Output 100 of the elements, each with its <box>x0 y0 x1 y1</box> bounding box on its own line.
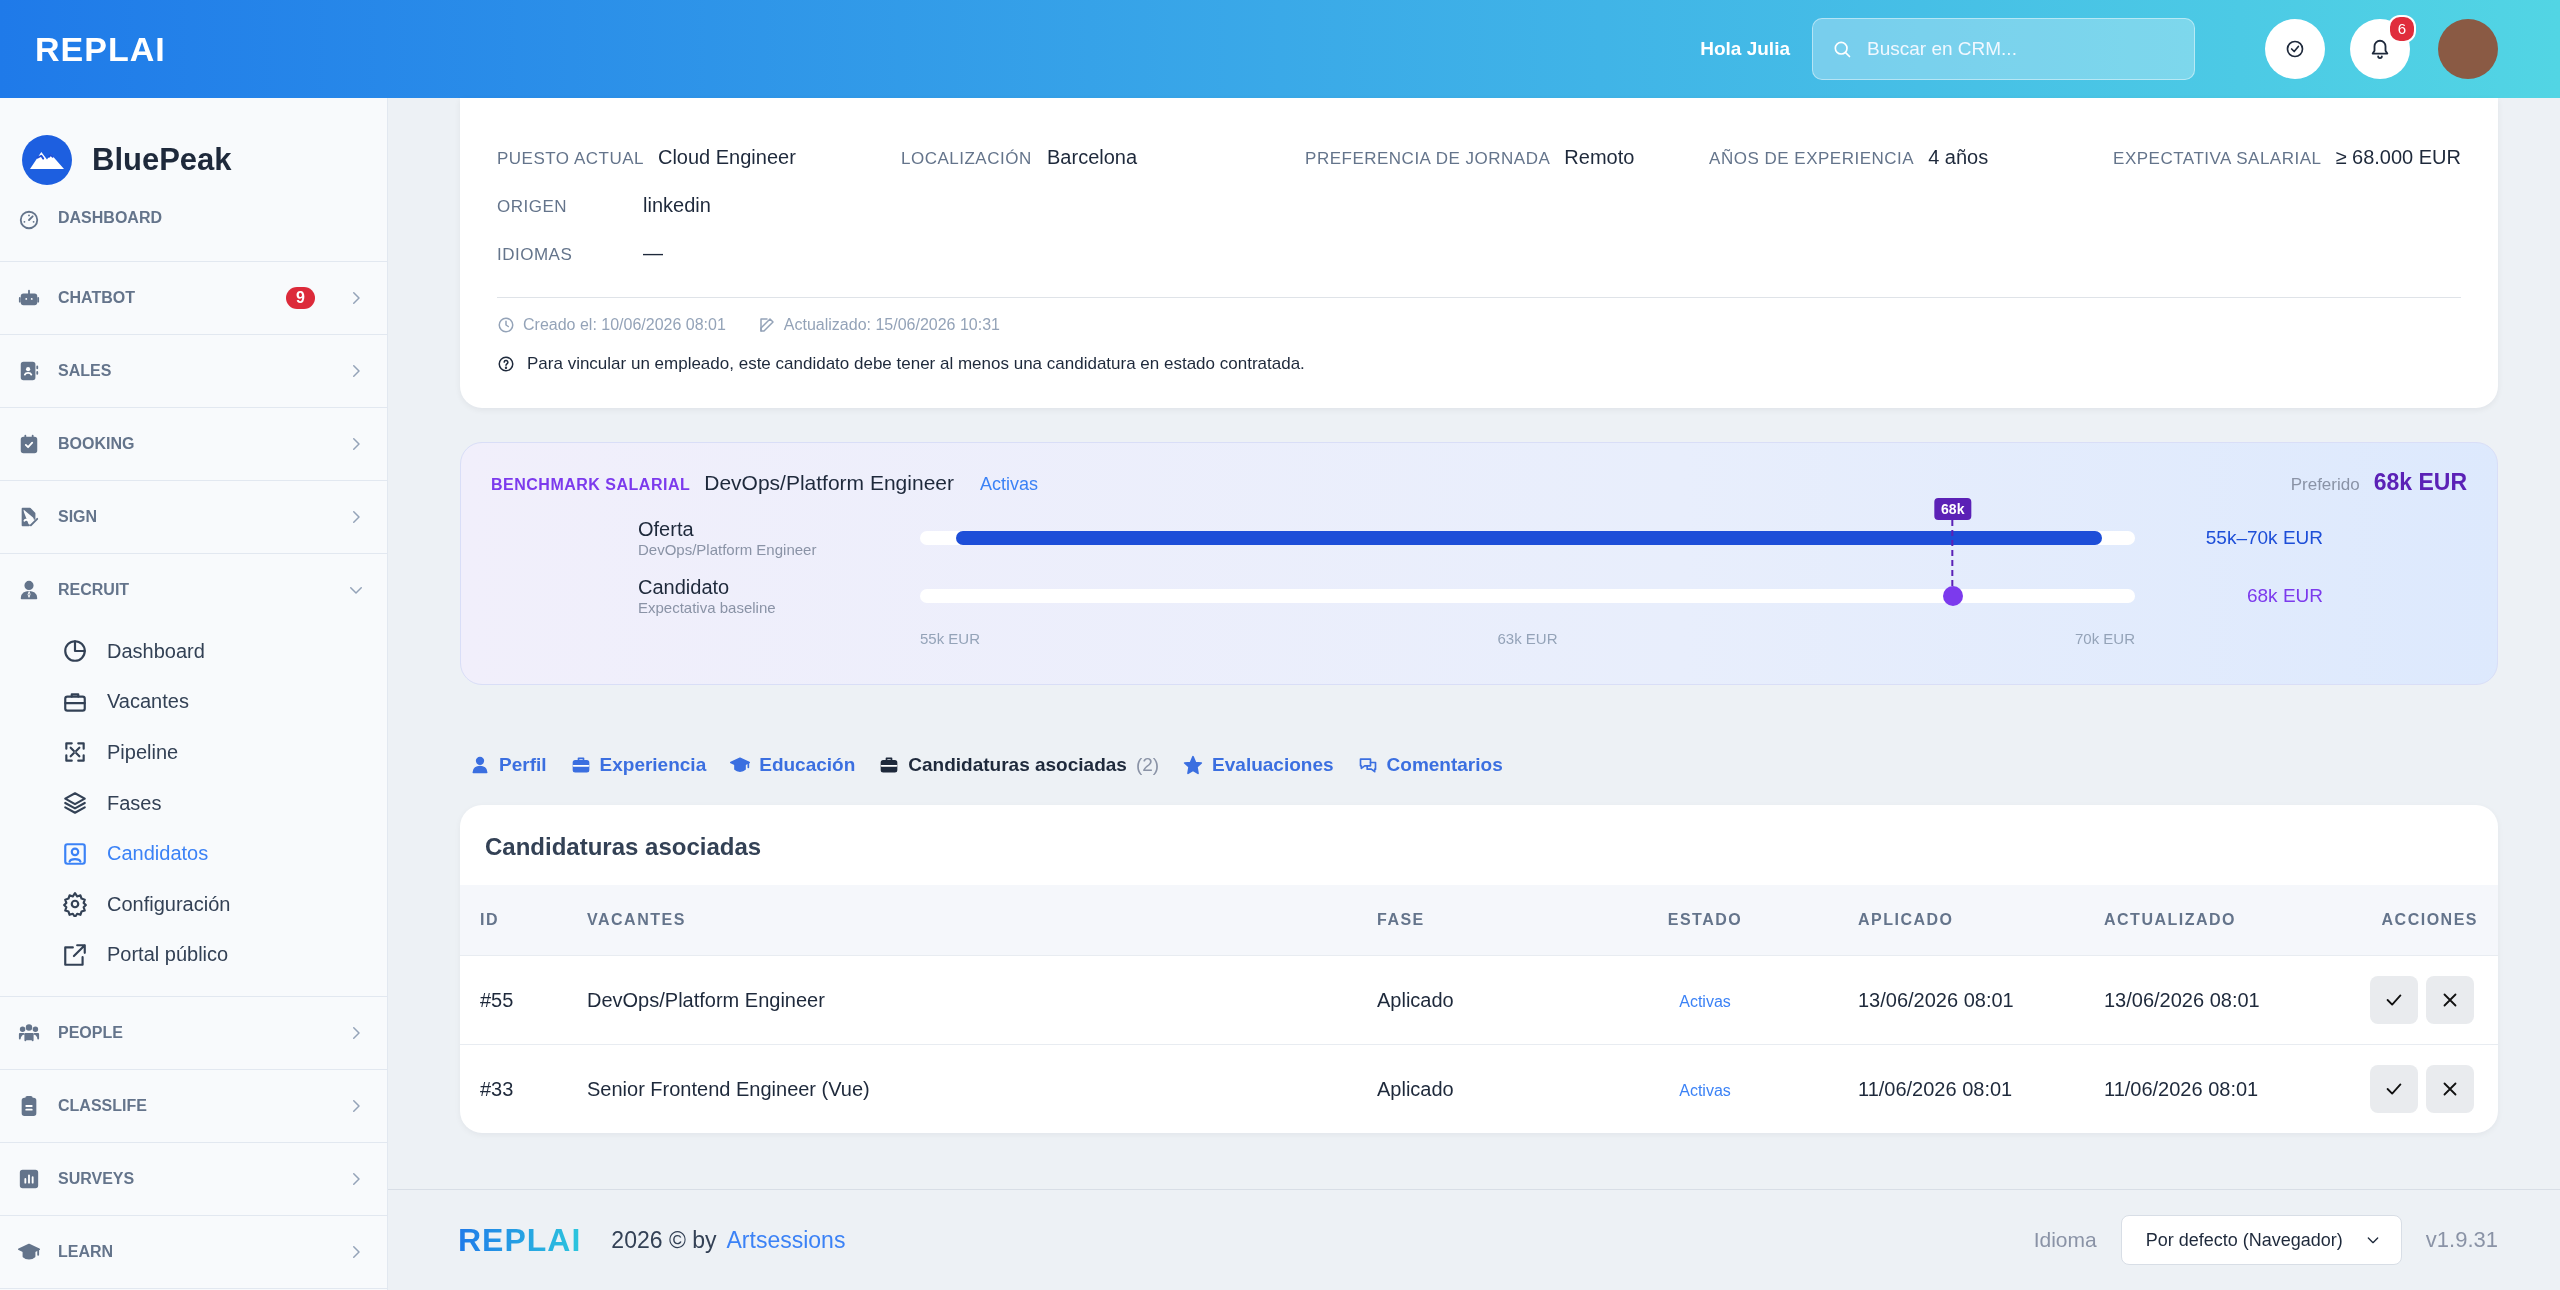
field-label: PREFERENCIA DE JORNADA <box>1305 148 1551 169</box>
field-value: Remoto <box>1564 145 1635 169</box>
version-text: v1.9.31 <box>2425 1227 2498 1253</box>
sidebar-subitem[interactable]: Dashboard <box>62 626 387 677</box>
table-cell-text: Senior Frontend Engineer (Vue) <box>587 1077 871 1101</box>
created-date: Creado el: 10/06/2026 08:01 <box>523 316 726 334</box>
status-text: Activas <box>980 474 1039 495</box>
column-header: ESTADO <box>1666 911 1744 929</box>
question-icon <box>497 355 515 373</box>
sidebar-subitem[interactable]: Portal público <box>62 929 387 981</box>
notification-badge: 6 <box>2388 15 2416 43</box>
search-field[interactable]: Buscar en CRM... <box>1812 18 2195 80</box>
avatar[interactable] <box>2438 19 2498 79</box>
notifications-button[interactable] <box>2350 19 2410 79</box>
axis-label: 55k EUR <box>920 630 981 647</box>
axis-label: 63k EUR <box>1497 630 1558 647</box>
sidebar-item[interactable]: SALES <box>0 335 387 407</box>
column-header: ACCIONES <box>2380 911 2479 929</box>
field-value: — <box>643 241 663 265</box>
field-value: Cloud Engineer <box>657 145 796 169</box>
sidebar-item[interactable]: BOOKING <box>0 408 387 480</box>
table-cell-text: Aplicado <box>1377 988 1455 1012</box>
sidebar-item[interactable]: CHATBOT 9 <box>0 262 387 334</box>
sidebar-subitem[interactable]: Configuración <box>62 878 387 930</box>
sidebar-item[interactable]: RECRUIT <box>0 554 387 626</box>
user-square-icon <box>62 840 88 867</box>
person-icon <box>18 579 40 601</box>
table-cell-text: 13/06/2026 08:01 <box>1857 988 2015 1012</box>
reject-button[interactable] <box>2426 1065 2474 1113</box>
section-label: BENCHMARK SALARIAL <box>491 476 691 494</box>
star-icon <box>1183 755 1204 775</box>
row-sublabel: DevOps/Platform Engineer <box>638 541 818 558</box>
range-reading: 68k EUR <box>2245 585 2323 607</box>
row-label: Candidato <box>638 576 731 599</box>
table-title: Candidaturas asociadas <box>484 832 763 862</box>
updated-date: Actualizado: 15/06/2026 10:31 <box>783 316 1000 334</box>
tasks-button[interactable] <box>2265 19 2325 79</box>
preferred-label: Preferido <box>2290 475 2360 495</box>
field-value: linkedin <box>643 193 711 217</box>
sidebar-item[interactable]: SIGN <box>0 481 387 553</box>
copyright-text: 2026 © by <box>611 1226 717 1254</box>
reject-button[interactable] <box>2426 976 2474 1024</box>
tab[interactable]: Comentarios <box>1357 754 1503 776</box>
table-cell-text: 11/06/2026 08:01 <box>2104 1077 2260 1101</box>
check-circle-icon <box>2285 39 2305 59</box>
sidebar-item[interactable]: CLASSLIFE <box>0 1070 387 1143</box>
column-header: ACTUALIZADO <box>2104 911 2238 929</box>
field-value: Barcelona <box>1047 145 1138 169</box>
table-cell-text: 13/06/2026 08:01 <box>2104 988 2261 1012</box>
dashboard-icon <box>18 209 40 231</box>
sidebar-item[interactable]: LEARN <box>0 1216 387 1289</box>
user-icon <box>470 755 490 775</box>
tab[interactable]: Perfil <box>470 754 547 776</box>
brand-name: BluePeak <box>92 142 232 178</box>
sidebar-subitem[interactable]: Candidatos <box>62 828 387 879</box>
preferred-value: 68k EUR <box>2373 469 2467 496</box>
benchmark-title: DevOps/Platform Engineer <box>704 471 954 495</box>
bar-chart-icon <box>18 1168 40 1191</box>
field-label: IDIOMAS <box>497 244 574 265</box>
bell-icon <box>2369 38 2391 60</box>
sidebar-item[interactable]: SURVEYS <box>0 1143 387 1216</box>
table-cell-text: DevOps/Platform Engineer <box>587 988 826 1012</box>
field-label: AÑOS DE EXPERIENCIA <box>1709 148 1915 169</box>
row-sublabel: Expectativa baseline <box>638 599 777 616</box>
sidebar-subitem[interactable]: Vacantes <box>62 676 387 728</box>
settings-icon <box>62 891 88 918</box>
chat-icon <box>1357 755 1378 775</box>
field-value: 4 años <box>1928 145 1989 169</box>
field-label: LOCALIZACIÓN <box>901 148 1033 169</box>
briefcase-icon <box>570 755 591 775</box>
field-value: ≥ 68.000 EUR <box>2335 145 2461 169</box>
graduation-cap-icon <box>730 755 751 775</box>
table-cell-text: Aplicado <box>1377 1077 1455 1101</box>
tab[interactable]: Candidaturas asociadas (2) <box>879 754 1160 776</box>
column-header: APLICADO <box>1857 911 1955 929</box>
status-text: Activas <box>1679 1081 1731 1099</box>
tab[interactable]: Educación <box>730 754 856 776</box>
status-text: Activas <box>1679 992 1731 1010</box>
sidebar-item[interactable]: PEOPLE <box>0 997 387 1070</box>
app-logo[interactable]: REPLAI <box>35 29 166 69</box>
sidebar-subitem[interactable]: Pipeline <box>62 727 387 778</box>
axis-label: 70k EUR <box>2074 630 2135 647</box>
clock-icon <box>497 316 515 334</box>
author-link[interactable]: Artsessions <box>726 1226 846 1254</box>
calendar-check-icon <box>18 433 40 455</box>
range-reading: 55k–70k EUR <box>2204 527 2323 549</box>
field-label: PUESTO ACTUAL <box>497 148 644 169</box>
info-note: Para vincular un empleado, este candidato debe tener al menos una candidatura en estado contratada. <box>527 354 1305 374</box>
contact-card-icon <box>18 360 40 382</box>
count-badge: 9 <box>286 287 315 309</box>
tab[interactable]: Evaluaciones <box>1183 754 1334 776</box>
column-header: VACANTES <box>587 911 687 929</box>
mountain-icon <box>30 151 64 169</box>
language-select[interactable]: Por defecto (Navegador) <box>2120 1215 2402 1265</box>
tab[interactable]: Experiencia <box>570 754 707 776</box>
sidebar-subitem[interactable]: Fases <box>62 777 387 829</box>
greeting: Hola Julia <box>1700 38 1790 60</box>
field-label: ORIGEN <box>497 196 569 217</box>
layers-icon <box>62 790 88 817</box>
sidebar-item[interactable]: DASHBOARD <box>0 199 387 261</box>
